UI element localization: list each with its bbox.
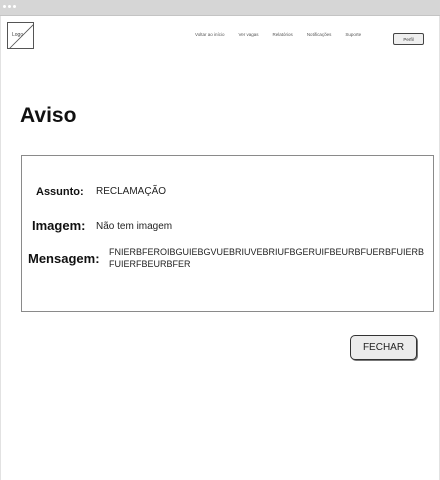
nav-item-reports[interactable]: Relatórios [273,32,293,37]
maximize-window-dot[interactable] [13,5,16,8]
nav-item-support[interactable]: Suporte [345,32,361,37]
nav-item-home[interactable]: Voltar ao início [195,32,225,37]
top-navigation: Voltar ao início Ver vagas Relatórios No… [195,32,361,37]
notice-card: Assunto: RECLAMAÇÃO Imagem: Não tem imag… [21,155,434,312]
image-value: Não tem imagem [96,221,173,232]
nav-item-notifications[interactable]: Notificações [307,32,332,37]
subject-label: Assunto: [36,186,84,198]
subject-value: RECLAMAÇÃO [96,186,167,197]
logo-label: Logo [12,32,24,38]
browser-toolbar [0,0,440,16]
message-value: FNIERBFEROIBGUIEBGVUEBRIUVEBRIUFBGERUIFB… [109,247,425,269]
message-label: Mensagem: [28,251,100,266]
image-label: Imagem: [32,218,86,233]
window-controls[interactable] [3,5,16,8]
minimize-window-dot[interactable] [8,5,11,8]
close-window-dot[interactable] [3,5,6,8]
nav-item-jobs[interactable]: Ver vagas [239,32,259,37]
profile-button[interactable]: Perfil [393,33,424,45]
logo-placeholder[interactable]: Logo [7,22,34,49]
close-button[interactable]: FECHAR [350,335,417,360]
page-title: Aviso [20,104,77,127]
